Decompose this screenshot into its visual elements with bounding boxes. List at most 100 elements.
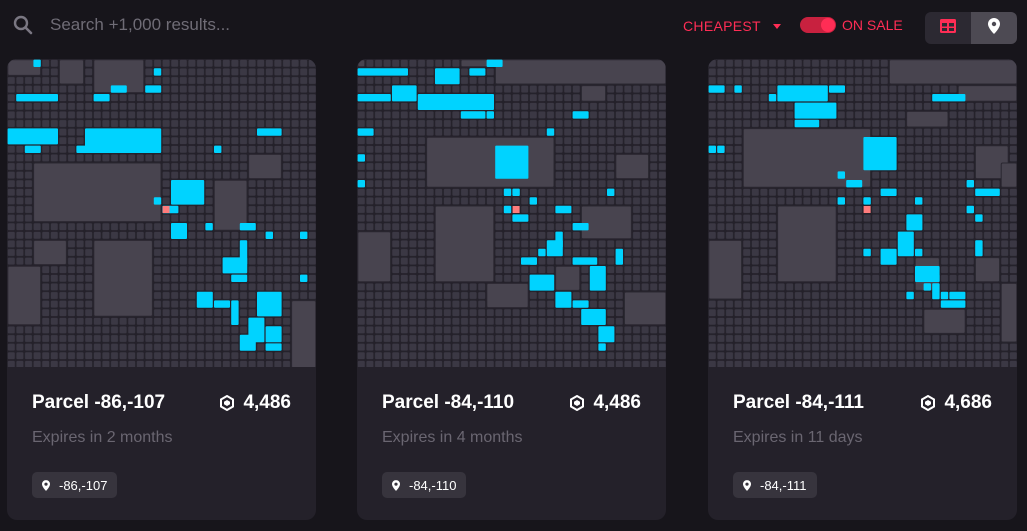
map-highlight-parcel <box>171 180 205 205</box>
map-highlight-parcel <box>966 180 974 188</box>
map-highlight-parcel <box>975 214 983 222</box>
map-highlight-parcel <box>16 94 58 102</box>
table-icon <box>940 18 956 38</box>
coordinates-badge[interactable]: -86,-107 <box>32 472 118 498</box>
map-highlight-parcel <box>940 291 949 300</box>
map-view-button[interactable] <box>971 12 1017 44</box>
map-highlight-parcel <box>357 154 365 162</box>
map-estate <box>580 85 607 102</box>
map-highlight-parcel <box>581 309 606 325</box>
parcel-map-svg <box>7 59 316 367</box>
grid-view-button[interactable] <box>925 12 971 44</box>
search-input[interactable]: Search +1,000 results... <box>50 15 230 35</box>
parcel-card[interactable]: Parcel -84,-111 4,686 Expires in 11 days… <box>708 59 1017 520</box>
map-highlight-parcel <box>880 188 897 196</box>
map-highlight-parcel <box>153 68 162 76</box>
map-highlight-parcel <box>357 180 365 188</box>
map-pin-icon <box>988 17 1000 39</box>
map-estate <box>957 85 1017 102</box>
price-value: 4,486 <box>243 392 291 413</box>
map-highlight-parcel <box>589 266 606 291</box>
map-estate <box>33 239 67 266</box>
map-highlight-parcel <box>417 94 494 110</box>
parcel-title: Parcel -84,-111 <box>733 392 864 413</box>
map-estate <box>248 153 282 180</box>
map-highlight-parcel <box>734 85 742 93</box>
map-highlight-parcel <box>794 119 820 128</box>
parcel-title: Parcel -84,-110 <box>382 392 515 413</box>
map-highlight-parcel <box>915 248 923 257</box>
map-estate <box>923 308 966 334</box>
map-highlight-parcel <box>546 240 563 257</box>
map-estate <box>357 59 366 68</box>
map-highlight-parcel <box>357 94 391 102</box>
top-bar: Search +1,000 results... CHEAPEST ON SAL… <box>0 0 1027 50</box>
map-highlight-parcel <box>555 205 572 214</box>
parcel-card[interactable]: Parcel -86,-107 4,486 Expires in 2 month… <box>7 59 316 520</box>
map-estate <box>357 231 392 283</box>
map-highlight-parcel <box>598 343 606 351</box>
parcel-map-svg <box>357 59 666 367</box>
map-highlight-parcel <box>863 137 897 171</box>
map-highlight-parcel <box>949 291 966 300</box>
map-highlight-parcel <box>205 223 213 231</box>
mana-icon <box>569 395 585 411</box>
map-highlight-parcel <box>529 197 537 205</box>
location-pin-icon <box>392 479 400 491</box>
map-highlight-parcel <box>265 231 273 239</box>
map-highlight-parcel <box>145 85 162 93</box>
mana-icon <box>219 395 235 411</box>
parcel-card[interactable]: Parcel -84,-110 4,486 Expires in 4 month… <box>357 59 666 520</box>
toggle-knob <box>821 18 835 32</box>
map-estate <box>486 282 529 309</box>
map-estate <box>974 257 1001 283</box>
map-highlight-parcel <box>357 128 374 136</box>
map-highlight-parcel <box>572 111 589 119</box>
map-highlight-parcel <box>24 145 41 153</box>
map-highlight-parcel <box>214 145 222 153</box>
map-highlight-parcel <box>940 300 966 308</box>
map-highlight-parcel <box>512 214 529 222</box>
parcel-price: 4,686 <box>920 392 992 414</box>
on-sale-toggle[interactable]: ON SALE <box>800 17 903 33</box>
map-highlight-parcel <box>239 223 256 231</box>
map-highlight-parcel <box>837 171 845 179</box>
map-highlight-parcel <box>538 248 546 257</box>
map-highlight-parcel <box>257 291 282 317</box>
parcel-price: 4,486 <box>219 392 291 414</box>
map-estate <box>580 205 632 240</box>
map-highlight-parcel <box>966 205 974 214</box>
map-highlight-parcel <box>546 128 555 136</box>
map-highlight-parcel <box>76 145 101 153</box>
location-pin-icon <box>743 479 751 491</box>
map-estate <box>906 110 949 128</box>
map-highlight-parcel <box>923 283 931 291</box>
location-pin-icon <box>42 479 50 491</box>
map-highlight-parcel <box>33 59 41 67</box>
expiry-text: Expires in 4 months <box>382 429 523 446</box>
map-highlight-parcel <box>495 145 529 179</box>
map-highlight-parcel <box>598 326 615 343</box>
map-highlight-parcel <box>435 68 460 85</box>
map-estate <box>615 153 650 180</box>
map-highlight-parcel <box>880 248 897 265</box>
toggle-switch[interactable] <box>800 17 836 33</box>
map-highlight-parcel <box>231 274 248 282</box>
map-estate <box>1000 162 1017 188</box>
coordinates-badge[interactable]: -84,-111 <box>733 472 817 498</box>
map-highlight-parcel <box>486 111 494 119</box>
map-highlight-parcel <box>607 188 615 196</box>
map-estate <box>742 128 872 188</box>
parcel-title: Parcel -86,-107 <box>32 392 166 413</box>
search-bar[interactable]: Search +1,000 results... <box>12 10 412 40</box>
map-highlight-parcel <box>110 85 127 93</box>
coordinates-badge[interactable]: -84,-110 <box>382 472 467 498</box>
map-estate <box>623 291 666 326</box>
map-estate <box>1000 282 1017 343</box>
map-highlight-parcel <box>512 188 520 196</box>
map-highlight-parcel <box>975 188 1000 196</box>
map-highlight-parcel <box>572 223 589 231</box>
sort-dropdown[interactable]: CHEAPEST <box>683 18 781 34</box>
map-highlight-parcel <box>231 300 239 325</box>
expiry-text: Expires in 11 days <box>733 429 863 446</box>
